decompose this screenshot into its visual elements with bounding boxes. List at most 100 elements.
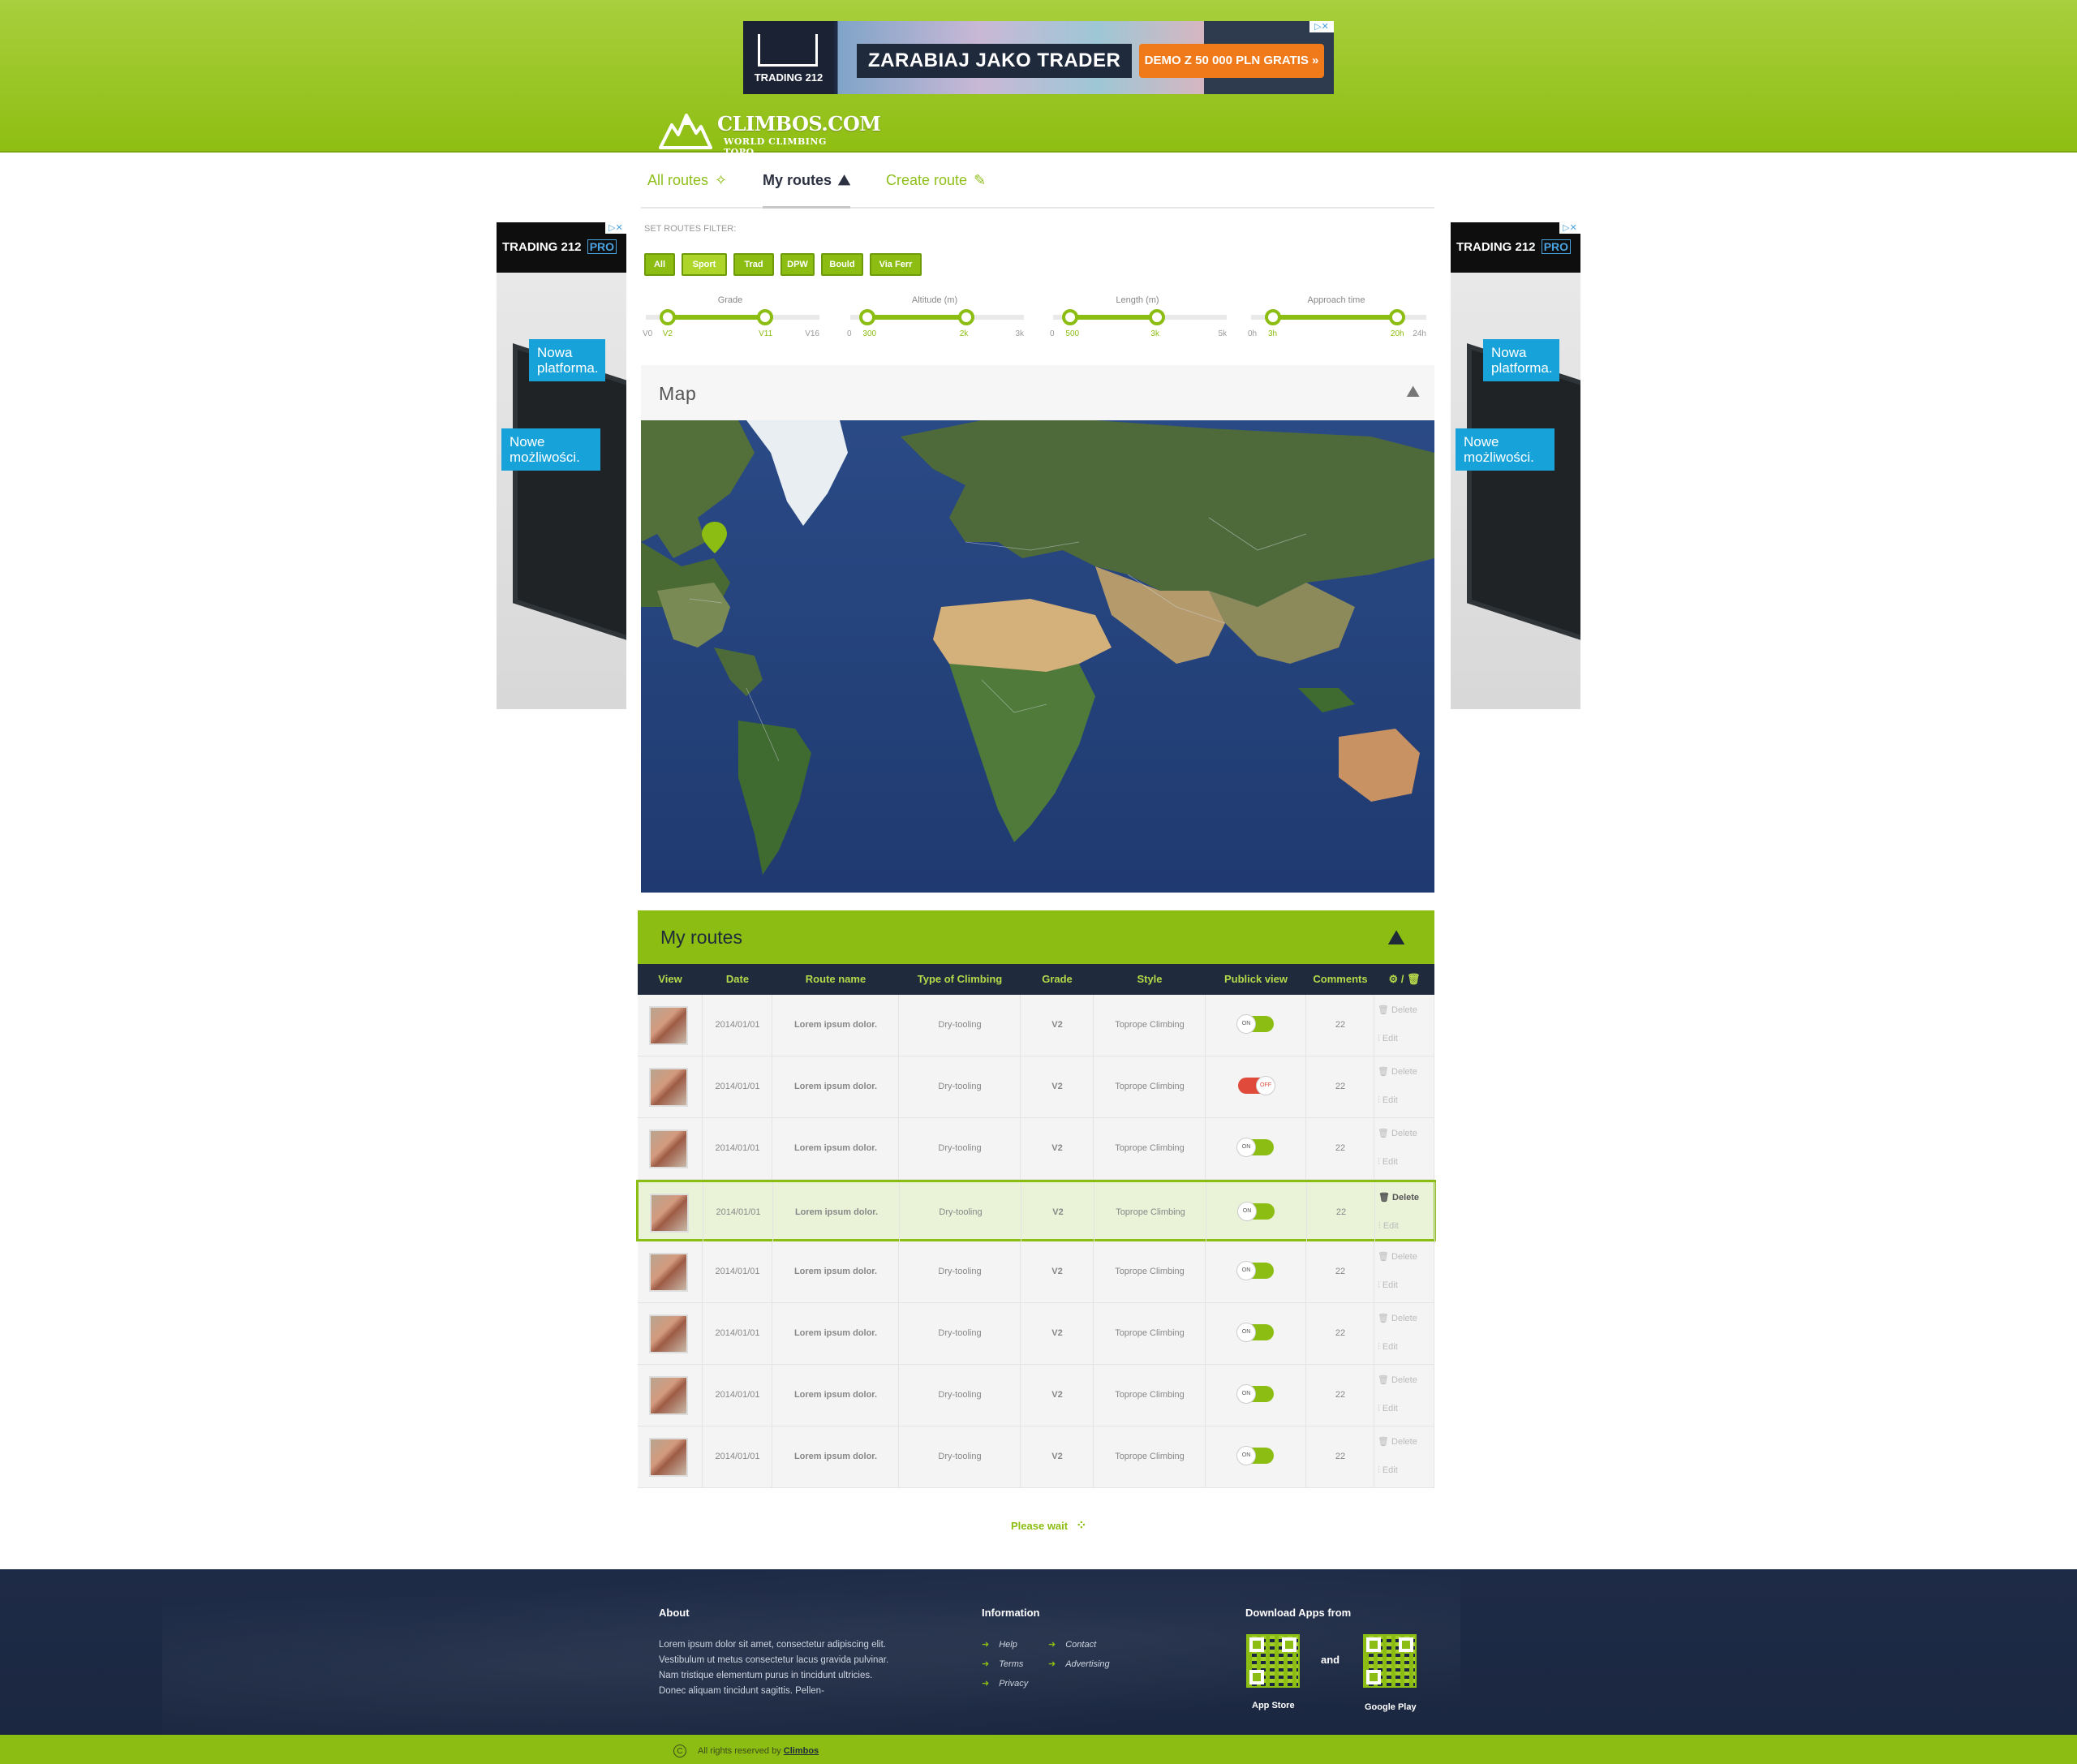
site-logo[interactable]: CLIMBOS.COM WORLD CLIMBING TOPO bbox=[659, 109, 881, 157]
public-view-toggle[interactable]: ON bbox=[1236, 1138, 1274, 1157]
route-thumbnail[interactable] bbox=[649, 1129, 688, 1168]
ad-cta-button[interactable]: DEMO Z 50 000 PLN GRATIS » bbox=[1139, 44, 1324, 78]
delete-button[interactable]: 🗑 Delete bbox=[1378, 1066, 1417, 1077]
table-row[interactable]: 2014/01/01 Lorem ipsum dolor. Dry-tooling V… bbox=[638, 995, 1434, 1056]
tab-my-routes[interactable]: My routes ⛰ bbox=[763, 172, 851, 209]
footer-link-help[interactable]: Help bbox=[982, 1639, 1017, 1650]
altitude-slider[interactable]: Altitude (m) 0 300 2k 3k bbox=[845, 295, 1024, 344]
edit-button[interactable]: ⫶ Edit bbox=[1378, 1095, 1398, 1106]
tab-all-routes[interactable]: All routes ✧ bbox=[647, 172, 727, 209]
slider-low-handle[interactable] bbox=[1265, 309, 1281, 325]
col-view[interactable]: View bbox=[638, 964, 703, 995]
top-banner-ad[interactable]: TRADING 212 ZARABIAJ JAKO TRADER DEMO Z … bbox=[743, 21, 1334, 94]
row-route-name[interactable]: Lorem ipsum dolor. bbox=[773, 1182, 900, 1243]
public-view-toggle[interactable]: OFF bbox=[1238, 1076, 1275, 1095]
delete-button[interactable]: 🗑 Delete bbox=[1378, 1128, 1417, 1138]
length-slider[interactable]: Length (m) 0 500 3k 5k bbox=[1048, 295, 1227, 344]
delete-button[interactable]: 🗑 Delete bbox=[1378, 1192, 1419, 1203]
edit-button[interactable]: ⫶ Edit bbox=[1378, 1221, 1399, 1232]
delete-button[interactable]: 🗑 Delete bbox=[1378, 1005, 1417, 1015]
google-play-qr-icon[interactable] bbox=[1363, 1634, 1417, 1688]
world-map[interactable] bbox=[641, 420, 1434, 893]
table-row[interactable]: 2014/01/01 Lorem ipsum dolor. Dry-tooling V… bbox=[638, 1241, 1434, 1303]
public-view-toggle[interactable]: ON bbox=[1236, 1261, 1274, 1280]
filter-all-button[interactable]: All bbox=[644, 253, 675, 276]
col-style[interactable]: Style bbox=[1094, 964, 1206, 995]
col-route-name[interactable]: Route name bbox=[772, 964, 899, 995]
table-row[interactable]: 2014/01/01 Lorem ipsum dolor. Dry-tooling V… bbox=[636, 1180, 1436, 1243]
slider-low-handle[interactable] bbox=[859, 309, 876, 325]
slider-high-handle[interactable] bbox=[1149, 309, 1166, 325]
delete-button[interactable]: 🗑 Delete bbox=[1378, 1313, 1417, 1323]
slider-low-handle[interactable] bbox=[659, 309, 676, 325]
route-thumbnail[interactable] bbox=[649, 1438, 688, 1477]
left-side-ad[interactable]: TRADING 212 PRO ▷✕ Nowa platforma. Nowe … bbox=[497, 222, 626, 709]
row-route-name[interactable]: Lorem ipsum dolor. bbox=[772, 1118, 899, 1179]
toggle-knob: ON bbox=[1237, 1202, 1257, 1221]
row-route-name[interactable]: Lorem ipsum dolor. bbox=[772, 1426, 899, 1487]
route-thumbnail[interactable] bbox=[649, 1376, 688, 1415]
edit-button[interactable]: ⫶ Edit bbox=[1378, 1404, 1398, 1414]
delete-button[interactable]: 🗑 Delete bbox=[1378, 1436, 1417, 1447]
row-route-name[interactable]: Lorem ipsum dolor. bbox=[772, 1056, 899, 1117]
ad-close-icon[interactable]: ▷✕ bbox=[1559, 222, 1580, 234]
filter-via-ferrata-button[interactable]: Via Ferr bbox=[870, 253, 922, 276]
table-row[interactable]: 2014/01/01 Lorem ipsum dolor. Dry-tooling V… bbox=[638, 1056, 1434, 1118]
public-view-toggle[interactable]: ON bbox=[1236, 1446, 1274, 1465]
footer-link-contact[interactable]: Contact bbox=[1048, 1639, 1096, 1650]
edit-button[interactable]: ⫶ Edit bbox=[1378, 1280, 1398, 1291]
route-thumbnail[interactable] bbox=[650, 1194, 689, 1233]
app-store-label[interactable]: App Store bbox=[1252, 1701, 1295, 1710]
public-view-toggle[interactable]: ON bbox=[1236, 1323, 1274, 1342]
climbos-link[interactable]: Climbos bbox=[784, 1746, 819, 1756]
google-play-label[interactable]: Google Play bbox=[1365, 1702, 1417, 1712]
public-view-toggle[interactable]: ON bbox=[1237, 1202, 1275, 1221]
route-thumbnail[interactable] bbox=[649, 1253, 688, 1292]
slider-high-handle[interactable] bbox=[957, 309, 974, 325]
public-view-toggle[interactable]: ON bbox=[1236, 1384, 1274, 1404]
ad-close-icon[interactable]: ▷✕ bbox=[1309, 21, 1334, 32]
map-icon[interactable]: ⛰ bbox=[1406, 383, 1420, 402]
approach-time-slider[interactable]: Approach time 0h 3h 20h 24h bbox=[1246, 295, 1426, 344]
route-thumbnail[interactable] bbox=[649, 1006, 688, 1045]
col-comments[interactable]: Comments bbox=[1306, 964, 1374, 995]
edit-button[interactable]: ⫶ Edit bbox=[1378, 1465, 1398, 1476]
row-route-name[interactable]: Lorem ipsum dolor. bbox=[772, 1365, 899, 1426]
table-row[interactable]: 2014/01/01 Lorem ipsum dolor. Dry-tooling V… bbox=[638, 1303, 1434, 1365]
col-public-view[interactable]: Publick view bbox=[1206, 964, 1306, 995]
tab-all-routes-label: All routes bbox=[647, 172, 709, 188]
app-store-qr-icon[interactable] bbox=[1246, 1634, 1300, 1688]
delete-button[interactable]: 🗑 Delete bbox=[1378, 1375, 1417, 1385]
footer-link-privacy[interactable]: Privacy bbox=[982, 1678, 1028, 1689]
slider-high-handle[interactable] bbox=[1388, 309, 1405, 325]
grade-slider[interactable]: Grade V0 V2 V11 V16 bbox=[641, 295, 819, 344]
footer-link-advertising[interactable]: Advertising bbox=[1048, 1659, 1109, 1669]
row-route-name[interactable]: Lorem ipsum dolor. bbox=[772, 1241, 899, 1302]
tab-create-route[interactable]: Create route ✎ bbox=[886, 172, 986, 209]
edit-button[interactable]: ⫶ Edit bbox=[1378, 1157, 1398, 1168]
delete-button[interactable]: 🗑 Delete bbox=[1378, 1251, 1417, 1262]
right-side-ad[interactable]: TRADING 212 PRO ▷✕ Nowa platforma. Nowe … bbox=[1451, 222, 1580, 709]
slider-high-handle[interactable] bbox=[757, 309, 774, 325]
ad-close-icon[interactable]: ▷✕ bbox=[605, 222, 626, 234]
tab-create-route-label: Create route bbox=[886, 172, 968, 188]
col-date[interactable]: Date bbox=[703, 964, 772, 995]
col-type[interactable]: Type of Climbing bbox=[899, 964, 1021, 995]
public-view-toggle[interactable]: ON bbox=[1236, 1014, 1274, 1034]
filter-trad-button[interactable]: Trad bbox=[733, 253, 774, 276]
filter-sport-button[interactable]: Sport bbox=[682, 253, 727, 276]
edit-button[interactable]: ⫶ Edit bbox=[1378, 1034, 1398, 1044]
table-row[interactable]: 2014/01/01 Lorem ipsum dolor. Dry-tooling V… bbox=[638, 1365, 1434, 1426]
route-thumbnail[interactable] bbox=[649, 1068, 688, 1107]
filter-bould-button[interactable]: Bould bbox=[821, 253, 863, 276]
row-route-name[interactable]: Lorem ipsum dolor. bbox=[772, 995, 899, 1056]
table-row[interactable]: 2014/01/01 Lorem ipsum dolor. Dry-tooling V… bbox=[638, 1118, 1434, 1180]
edit-button[interactable]: ⫶ Edit bbox=[1378, 1342, 1398, 1353]
footer-link-terms[interactable]: Terms bbox=[982, 1659, 1023, 1669]
col-grade[interactable]: Grade bbox=[1021, 964, 1094, 995]
slider-low-handle[interactable] bbox=[1062, 309, 1079, 325]
table-row[interactable]: 2014/01/01 Lorem ipsum dolor. Dry-tooling V… bbox=[638, 1426, 1434, 1488]
route-thumbnail[interactable] bbox=[649, 1314, 688, 1353]
row-route-name[interactable]: Lorem ipsum dolor. bbox=[772, 1303, 899, 1364]
filter-dpw-button[interactable]: DPW bbox=[780, 253, 815, 276]
